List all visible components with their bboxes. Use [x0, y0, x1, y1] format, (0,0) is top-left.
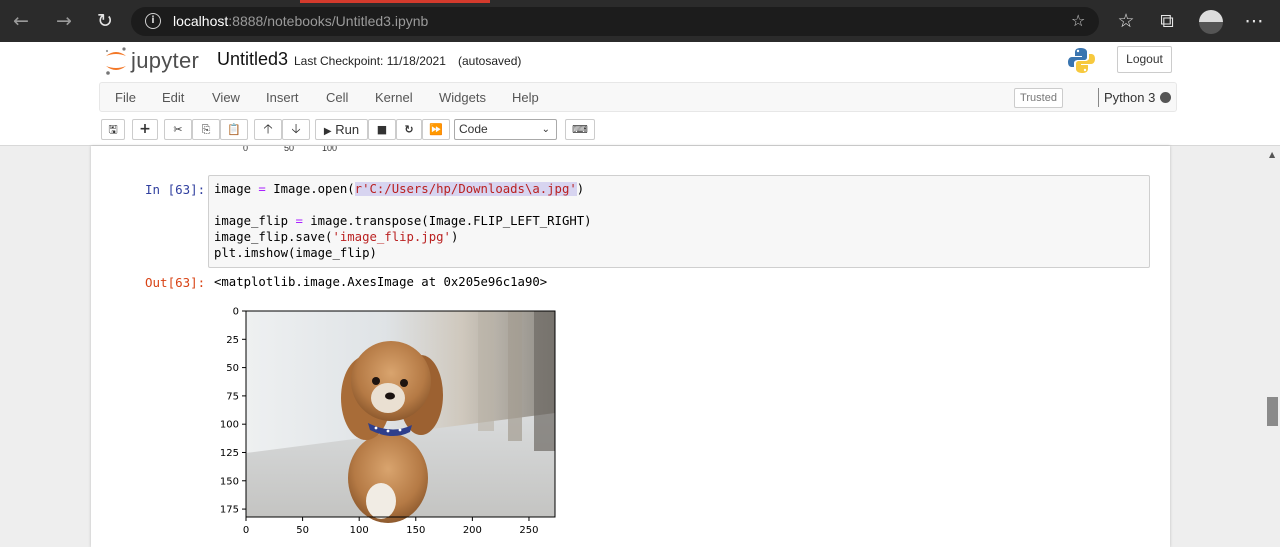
notebook-name[interactable]: Untitled3 — [217, 49, 288, 70]
prev-tick-label: 0 — [243, 146, 249, 153]
menu-edit[interactable]: Edit — [162, 90, 184, 105]
y-tick-label: 175 — [220, 505, 239, 516]
scroll-up-arrow-icon[interactable]: ▲ — [1269, 150, 1275, 159]
add-favorite-icon[interactable]: ☆ — [1071, 11, 1085, 30]
y-tick-label: 0 — [233, 307, 239, 318]
dog-photo — [246, 311, 555, 523]
copy-icon[interactable]: ⎘ — [192, 119, 220, 140]
profile-avatar[interactable] — [1199, 10, 1223, 34]
y-axis: 0 25 50 75 100 125 150 175 — [220, 307, 246, 516]
checkpoint-status: Last Checkpoint: 11/18/2021 — [294, 54, 446, 68]
chevron-down-icon: ⌄ — [541, 124, 550, 135]
x-tick-label: 0 — [243, 525, 249, 536]
address-bar[interactable]: i localhost:8888/notebooks/Untitled3.ipy… — [131, 7, 1099, 36]
kernel-status-icon — [1160, 92, 1171, 103]
cell-type-select[interactable]: Code ⌄ — [454, 119, 557, 140]
menu-widgets[interactable]: Widgets — [439, 90, 486, 105]
y-tick-label: 25 — [226, 335, 239, 346]
notebook-container: 0 50 100 In [63]: image = Image.open(r'C… — [91, 146, 1170, 547]
menu-help[interactable]: Help — [512, 90, 539, 105]
kernel-separator — [1098, 88, 1099, 107]
jupyter-header: jupyter Untitled3 Last Checkpoint: 11/18… — [0, 42, 1280, 146]
url-text[interactable]: localhost:8888/notebooks/Untitled3.ipynb — [173, 13, 428, 29]
scrollbar-thumb[interactable] — [1267, 397, 1278, 426]
menu-cell[interactable]: Cell — [326, 90, 348, 105]
active-tab-indicator — [300, 0, 490, 3]
imshow-plot: 0 50 100 150 200 250 0 25 50 75 100 125 150 175 — [216, 303, 566, 547]
output-text: <matplotlib.image.AxesImage at 0x205e96c… — [214, 275, 548, 289]
interrupt-icon[interactable]: ■ — [368, 119, 396, 140]
kernel-name[interactable]: Python 3 — [1104, 90, 1155, 105]
menu-file[interactable]: File — [115, 90, 136, 105]
menu-bar: File Edit View Insert Cell Kernel Widget… — [99, 82, 1177, 112]
back-arrow-icon[interactable]: ← — [9, 9, 33, 33]
prev-tick-label: 100 — [322, 146, 338, 153]
url-host: localhost — [173, 13, 229, 29]
code-line: plt.imshow(image_flip) — [214, 246, 377, 260]
cut-icon[interactable]: ✂ — [164, 119, 192, 140]
y-tick-label: 100 — [220, 420, 239, 431]
y-tick-label: 150 — [220, 476, 239, 487]
scrollbar-track[interactable] — [1265, 146, 1280, 547]
move-up-icon[interactable]: 🡡 — [254, 119, 282, 140]
code-line: image_flip.save('image_flip.jpg') — [214, 230, 459, 244]
plot-svg: 0 50 100 150 200 250 0 25 50 75 100 125 150 175 — [220, 307, 556, 536]
menu-kernel[interactable]: Kernel — [375, 90, 413, 105]
autosave-status: (autosaved) — [458, 54, 522, 68]
run-icon: ▶ — [323, 126, 332, 137]
favorites-icon[interactable]: ☆ — [1114, 9, 1138, 33]
prev-tick-label: 50 — [284, 146, 295, 153]
site-info-icon[interactable]: i — [145, 13, 161, 29]
collections-icon[interactable]: ⧉ — [1155, 9, 1179, 33]
logout-button[interactable]: Logout — [1117, 46, 1172, 73]
x-tick-label: 250 — [519, 525, 538, 536]
restart-run-all-icon[interactable]: ⏩ — [422, 119, 450, 140]
trusted-indicator[interactable]: Trusted — [1014, 88, 1063, 108]
jupyter-logo-icon[interactable] — [103, 45, 129, 77]
move-down-icon[interactable]: 🡣 — [282, 119, 310, 140]
output-prompt: Out[63]: — [145, 275, 206, 290]
cell-type-value: Code — [459, 122, 488, 136]
x-tick-label: 200 — [463, 525, 482, 536]
code-editor[interactable]: image = Image.open(r'C:/Users/hp/Downloa… — [208, 175, 1150, 268]
more-options-icon[interactable]: ⋯ — [1242, 9, 1266, 33]
insert-cell-icon[interactable]: + — [132, 119, 158, 140]
x-tick-label: 150 — [406, 525, 425, 536]
restart-kernel-icon[interactable]: ↻ — [396, 119, 422, 140]
keyboard-icon[interactable]: ⌨ — [565, 119, 595, 140]
browser-toolbar: ← → ↻ i localhost:8888/notebooks/Untitle… — [0, 0, 1280, 42]
url-path: :8888/notebooks/Untitled3.ipynb — [228, 13, 429, 29]
forward-arrow-icon[interactable]: → — [52, 9, 76, 33]
paste-icon[interactable]: 📋 — [220, 119, 248, 140]
python-logo-icon — [1068, 48, 1095, 73]
save-icon[interactable]: 🖫 — [101, 119, 125, 140]
x-tick-label: 100 — [350, 525, 369, 536]
code-line: image = Image.open(r'C:/Users/hp/Downloa… — [214, 182, 585, 196]
y-tick-label: 50 — [226, 363, 239, 374]
run-label: Run — [335, 122, 360, 137]
y-tick-label: 125 — [220, 448, 239, 459]
reload-icon[interactable]: ↻ — [93, 9, 117, 33]
code-line: image_flip = image.transpose(Image.FLIP_… — [214, 214, 592, 228]
run-button[interactable]: ▶ Run — [315, 119, 368, 140]
x-tick-label: 50 — [296, 525, 309, 536]
input-prompt: In [63]: — [145, 182, 206, 197]
y-tick-label: 75 — [226, 391, 239, 402]
menu-view[interactable]: View — [212, 90, 240, 105]
menu-insert[interactable]: Insert — [266, 90, 299, 105]
jupyter-wordmark[interactable]: jupyter — [131, 48, 199, 74]
